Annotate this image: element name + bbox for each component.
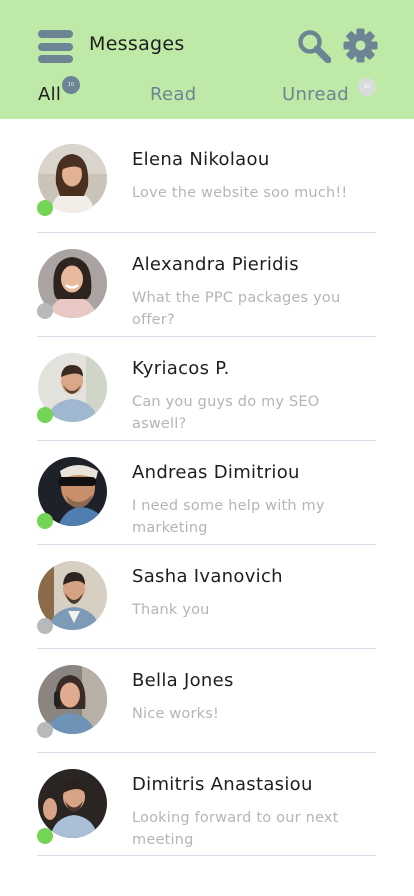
message-preview: Thank you	[132, 602, 210, 618]
contact-name: Andreas Dimitriou	[132, 462, 300, 483]
avatar	[38, 769, 107, 838]
tab-all[interactable]: All	[38, 84, 61, 105]
offline-status-dot	[37, 722, 53, 738]
page-title: Messages	[89, 33, 185, 55]
conversation-item[interactable]: Dimitris Anastasiou Looking forward to o…	[0, 745, 414, 849]
message-preview: I need some help with my marketing	[132, 498, 325, 536]
message-preview: Can you guys do my SEO aswell?	[132, 394, 320, 432]
search-icon[interactable]	[297, 29, 332, 64]
all-count-badge: 10	[62, 76, 80, 94]
gear-icon[interactable]	[343, 28, 378, 63]
contact-name: Kyriacos P.	[132, 358, 230, 379]
unread-count-badge: 10	[358, 78, 376, 96]
contact-name: Elena Nikolaou	[132, 149, 270, 170]
conversation-item[interactable]: Sasha Ivanovich Thank you	[0, 537, 414, 641]
offline-status-dot	[37, 618, 53, 634]
offline-status-dot	[37, 303, 53, 319]
contact-name: Sasha Ivanovich	[132, 566, 283, 587]
online-status-dot	[37, 828, 53, 844]
online-status-dot	[37, 407, 53, 423]
tab-read[interactable]: Read	[150, 84, 196, 105]
app-header: Messages All 10 Read Unread 10	[0, 0, 414, 119]
online-status-dot	[37, 513, 53, 529]
conversation-item[interactable]: Alexandra Pieridis What the PPC packages…	[0, 225, 414, 329]
contact-name: Bella Jones	[132, 670, 234, 691]
message-preview: Looking forward to our next meeting	[132, 810, 339, 848]
hamburger-menu-icon[interactable]	[38, 30, 73, 63]
tab-unread[interactable]: Unread	[282, 84, 349, 105]
contact-name: Dimitris Anastasiou	[132, 774, 313, 795]
divider	[37, 855, 376, 856]
online-status-dot	[37, 200, 53, 216]
conversation-item[interactable]: Andreas Dimitriou I need some help with …	[0, 433, 414, 537]
conversation-item[interactable]: Bella Jones Nice works!	[0, 641, 414, 745]
message-preview: Nice works!	[132, 706, 220, 722]
conversation-item[interactable]: Kyriacos P. Can you guys do my SEO aswel…	[0, 329, 414, 433]
message-preview: Love the website soo much!!	[132, 185, 348, 201]
message-preview: What the PPC packages you offer?	[132, 290, 341, 328]
conversation-item[interactable]: Elena Nikolaou Love the website soo much…	[0, 120, 414, 224]
contact-name: Alexandra Pieridis	[132, 254, 299, 275]
